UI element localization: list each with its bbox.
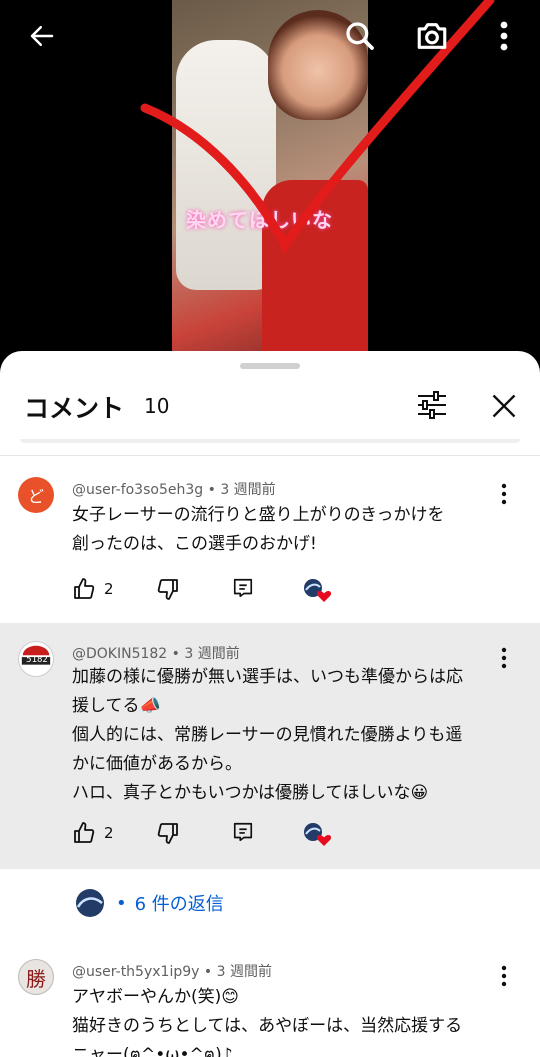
- video-player[interactable]: 染めてほしいな: [0, 0, 540, 360]
- header-shadow: [20, 439, 520, 443]
- more-vert-icon[interactable]: [488, 18, 520, 54]
- comment-time: 3 週間前: [216, 964, 272, 980]
- creator-heart-badge: [302, 577, 334, 603]
- like-count: 2: [104, 580, 114, 598]
- comment-item-highlighted: 5182 @DOKIN5182 • 3 週間前 加藤の様に優勝が無い選手は、いつ…: [0, 623, 540, 869]
- comments-title: コメント: [24, 394, 125, 423]
- like-button[interactable]: 2: [72, 821, 114, 845]
- filter-sliders-icon[interactable]: [414, 389, 450, 421]
- avatar[interactable]: 5182: [18, 641, 54, 677]
- comment-actions: 2: [72, 577, 372, 605]
- like-button[interactable]: 2: [72, 577, 114, 601]
- dislike-button[interactable]: [156, 821, 180, 845]
- reply-button[interactable]: [232, 577, 254, 599]
- thumb-up-icon: [74, 578, 95, 599]
- comment-text: 加藤の様に優勝が無い選手は、いつも準優からは応 援してる📣 個人的には、常勝レー…: [72, 667, 463, 803]
- player-top-bar: [0, 0, 540, 74]
- like-count: 2: [104, 824, 114, 842]
- creator-heart-icon: [304, 823, 332, 846]
- comment-time: 3 週間前: [184, 646, 240, 662]
- avatar-letter: ど: [27, 487, 44, 506]
- dislike-button[interactable]: [156, 577, 180, 601]
- comment-meta: @DOKIN5182 • 3 週間前: [72, 646, 240, 662]
- creator-avatar-icon: [76, 889, 104, 917]
- comment-actions: 2: [72, 821, 372, 849]
- view-replies-button[interactable]: • 6 件の返信: [72, 887, 224, 919]
- header-divider: [0, 455, 540, 456]
- comment-item: 勝 @user-th5yx1ip9y • 3 週間前 アヤボーやんか(笑)😊 猫…: [0, 947, 540, 1057]
- comments-sheet: コメント 10 ど @user-fo3so5eh3g • 3 週間前 女子レーサ…: [0, 351, 540, 1057]
- avatar-label: 5182: [26, 655, 48, 665]
- avatar[interactable]: 勝: [18, 959, 54, 995]
- thumb-up-icon: [74, 822, 95, 843]
- back-arrow-icon[interactable]: [24, 18, 60, 54]
- comment-author[interactable]: @DOKIN5182: [72, 646, 167, 662]
- comment-more-icon[interactable]: [494, 647, 514, 671]
- creator-heart-icon: [304, 579, 332, 602]
- avatar[interactable]: ど: [18, 477, 54, 513]
- comment-meta: @user-fo3so5eh3g • 3 週間前: [72, 482, 276, 498]
- comment-meta: @user-th5yx1ip9y • 3 週間前: [72, 964, 272, 980]
- drag-handle[interactable]: [240, 363, 300, 369]
- reply-comment-icon: [233, 822, 253, 842]
- comment-more-icon[interactable]: [494, 965, 514, 989]
- comment-author[interactable]: @user-fo3so5eh3g: [72, 482, 203, 498]
- comment-text: 女子レーサーの流行りと盛り上がりのきっかけを 創ったのは、この選手のおかげ!: [72, 505, 445, 554]
- comment-more-icon[interactable]: [494, 483, 514, 507]
- comment-text: アヤボーやんか(笑)😊 猫好きのうちとしては、あやぼーは、当然応援する ニャー(…: [72, 987, 463, 1057]
- avatar-label: 勝: [26, 966, 46, 991]
- reply-comment-icon: [233, 578, 253, 598]
- search-icon[interactable]: [342, 18, 378, 54]
- comment-item: ど @user-fo3so5eh3g • 3 週間前 女子レーサーの流行りと盛り…: [0, 457, 540, 621]
- thumb-down-icon: [157, 823, 178, 844]
- creator-heart-badge: [302, 821, 334, 847]
- comment-time: 3 週間前: [220, 482, 276, 498]
- close-icon[interactable]: [486, 389, 522, 423]
- camera-icon[interactable]: [412, 16, 452, 56]
- replies-label: 6 件の返信: [134, 894, 224, 915]
- reply-button[interactable]: [232, 821, 254, 843]
- thumb-down-icon: [157, 579, 178, 600]
- comment-author[interactable]: @user-th5yx1ip9y: [72, 964, 199, 980]
- comments-count: 10: [144, 394, 170, 418]
